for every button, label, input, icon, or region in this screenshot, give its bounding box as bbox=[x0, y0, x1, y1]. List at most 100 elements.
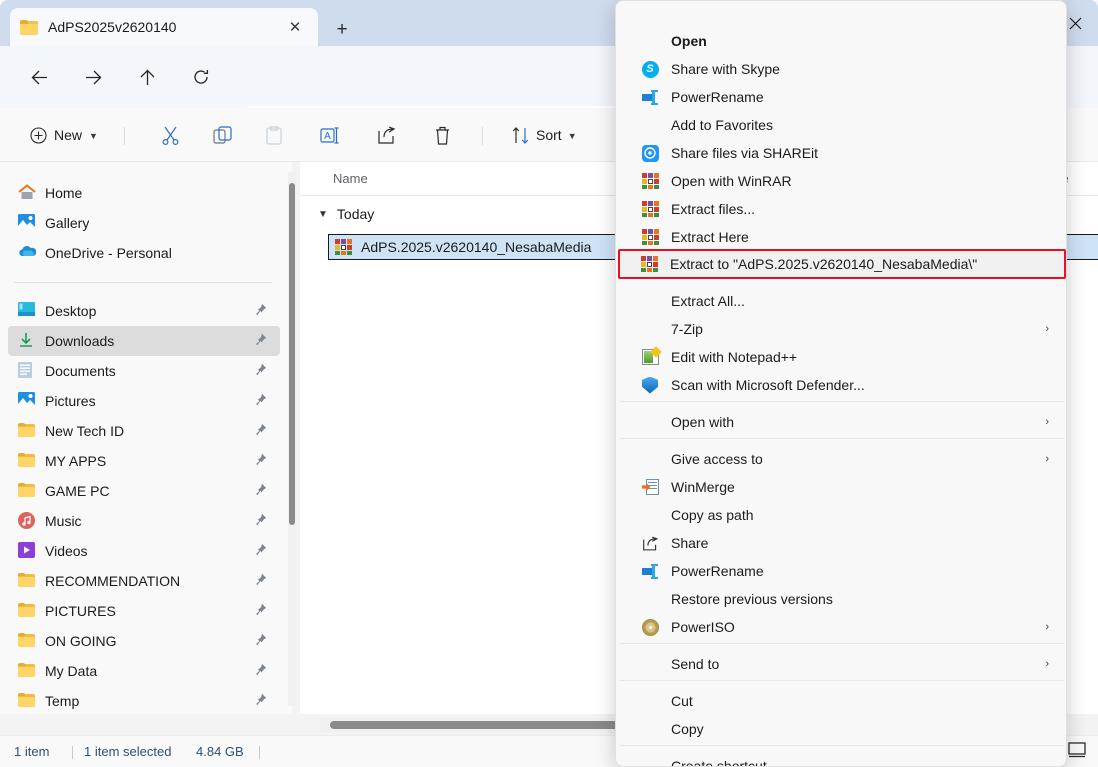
context-menu-item-powerrename[interactable]: PowerRename bbox=[619, 83, 1065, 111]
up-button[interactable] bbox=[130, 60, 164, 94]
sidebar-item-temp[interactable]: Temp bbox=[8, 686, 280, 714]
context-menu-item-copy-as-path[interactable]: Copy as path bbox=[619, 501, 1065, 529]
context-menu-item-extract-all[interactable]: Extract All... bbox=[619, 287, 1065, 315]
sort-button[interactable]: Sort ▼ bbox=[504, 120, 585, 150]
sidebar-item-my-data[interactable]: My Data bbox=[8, 656, 280, 686]
sidebar-scrollbar-thumb[interactable] bbox=[289, 183, 295, 525]
tab-close-icon[interactable]: ✕ bbox=[282, 14, 308, 40]
context-menu-item-open[interactable]: Open bbox=[619, 27, 1065, 55]
sidebar-item-my-apps[interactable]: MY APPS bbox=[8, 446, 280, 476]
context-menu-item-share-with-skype[interactable]: S Share with Skype bbox=[619, 55, 1065, 83]
context-menu-item-label: Scan with Microsoft Defender... bbox=[671, 377, 865, 393]
pin-icon bbox=[254, 603, 268, 617]
sidebar-item-downloads[interactable]: Downloads bbox=[8, 326, 280, 356]
context-menu-item-label: Give access to bbox=[671, 451, 763, 467]
documents-icon bbox=[18, 362, 36, 380]
context-menu-item-share[interactable]: Share bbox=[619, 529, 1065, 557]
new-button-label: New bbox=[54, 127, 83, 143]
rename-icon[interactable]: A bbox=[314, 119, 346, 151]
status-selection-size: 4.84 GB bbox=[196, 744, 244, 759]
share-icon bbox=[641, 534, 659, 552]
pin-icon bbox=[254, 423, 268, 437]
context-menu-item-open-with[interactable]: Open with › bbox=[619, 408, 1065, 436]
forward-button[interactable] bbox=[76, 60, 110, 94]
column-header-name[interactable]: Name bbox=[333, 171, 368, 186]
chevron-right-icon: › bbox=[1045, 323, 1049, 335]
sidebar-item-label: Home bbox=[45, 185, 83, 201]
context-menu-item-label: Copy bbox=[671, 721, 704, 737]
pin-icon bbox=[254, 663, 268, 677]
chevron-right-icon: › bbox=[1045, 416, 1049, 428]
sidebar-item-on-going[interactable]: ON GOING bbox=[8, 626, 280, 656]
context-menu-item-copy[interactable]: Copy bbox=[619, 715, 1065, 743]
chevron-down-icon: ▼ bbox=[89, 131, 98, 141]
context-menu-item-label: Copy as path bbox=[671, 507, 754, 523]
context-menu-item-extract-here[interactable]: Extract Here bbox=[619, 223, 1065, 251]
paste-icon[interactable] bbox=[258, 119, 290, 151]
context-menu-item-cut[interactable]: Cut bbox=[619, 687, 1065, 715]
sidebar-item-new-tech-id[interactable]: New Tech ID bbox=[8, 416, 280, 446]
sidebar-item-onedrive[interactable]: OneDrive - Personal bbox=[8, 238, 280, 268]
sidebar-item-game-pc[interactable]: GAME PC bbox=[8, 476, 280, 506]
sidebar-item-gallery[interactable]: Gallery bbox=[8, 208, 280, 238]
delete-icon[interactable] bbox=[426, 119, 458, 151]
sidebar-item-home[interactable]: Home bbox=[8, 178, 280, 208]
context-menu-item-scan-with-defender[interactable]: Scan with Microsoft Defender... bbox=[619, 371, 1065, 399]
context-menu-item-label: Share files via SHAREit bbox=[671, 145, 819, 161]
sidebar-item-videos[interactable]: Videos bbox=[8, 536, 280, 566]
pin-icon bbox=[254, 393, 268, 407]
sidebar-item-music[interactable]: Music bbox=[8, 506, 280, 536]
context-menu-item-label: WinMerge bbox=[671, 479, 735, 495]
context-menu-item-restore-previous-versions[interactable]: Restore previous versions bbox=[619, 585, 1065, 613]
new-tab-button[interactable]: + bbox=[328, 16, 356, 44]
cut-icon[interactable] bbox=[154, 119, 186, 151]
context-menu-item-powerrename-2[interactable]: PowerRename bbox=[619, 557, 1065, 585]
context-menu-item-label: Cut bbox=[671, 693, 693, 709]
gallery-icon bbox=[18, 214, 36, 232]
new-button[interactable]: New ▼ bbox=[22, 120, 106, 150]
context-menu-item-open-with-winrar[interactable]: Open with WinRAR bbox=[619, 167, 1065, 195]
context-menu-separator bbox=[620, 745, 1064, 746]
pin-icon bbox=[254, 453, 268, 467]
home-icon bbox=[18, 184, 36, 202]
folder-icon bbox=[18, 632, 36, 650]
sidebar-item-label: New Tech ID bbox=[45, 423, 125, 439]
sidebar-item-label: Desktop bbox=[45, 303, 97, 319]
context-menu-item-winmerge[interactable]: WinMerge bbox=[619, 473, 1065, 501]
context-menu-item-extract-files[interactable]: Extract files... bbox=[619, 195, 1065, 223]
context-menu-item-extract-to-folder[interactable]: Extract to "AdPS.2025.v2620140_NesabaMed… bbox=[618, 249, 1066, 279]
share-icon[interactable] bbox=[370, 119, 402, 151]
explorer-tab[interactable]: AdPS2025v2620140 ✕ bbox=[10, 8, 318, 46]
context-menu-item-7zip[interactable]: 7-Zip › bbox=[619, 315, 1065, 343]
context-menu-item-label: Open bbox=[671, 33, 707, 49]
sidebar-item-recommendation[interactable]: RECOMMENDATION bbox=[8, 566, 280, 596]
defender-icon bbox=[641, 376, 659, 394]
sidebar-item-pictures-folder[interactable]: PICTURES bbox=[8, 596, 280, 626]
context-menu-item-give-access-to[interactable]: Give access to › bbox=[619, 445, 1065, 473]
context-menu-item-label: Open with bbox=[671, 414, 735, 430]
sidebar-item-documents[interactable]: Documents bbox=[8, 356, 280, 386]
pin-icon bbox=[254, 633, 268, 647]
music-icon bbox=[18, 512, 36, 530]
sidebar-item-desktop[interactable]: Desktop bbox=[8, 296, 280, 326]
context-menu-item-edit-with-notepadpp[interactable]: Edit with Notepad++ bbox=[619, 343, 1065, 371]
group-header-today[interactable]: ▼ Today bbox=[318, 206, 374, 222]
context-menu-separator bbox=[620, 680, 1064, 681]
back-button[interactable] bbox=[22, 60, 56, 94]
sidebar-item-pictures[interactable]: Pictures bbox=[8, 386, 280, 416]
context-menu-item-create-shortcut[interactable]: Create shortcut bbox=[619, 752, 1065, 766]
folder-icon bbox=[18, 422, 36, 440]
context-menu-item-share-files-via-shareit[interactable]: Share files via SHAREit bbox=[619, 139, 1065, 167]
onedrive-icon bbox=[18, 244, 37, 262]
copy-icon[interactable] bbox=[206, 119, 238, 151]
refresh-button[interactable] bbox=[184, 60, 218, 94]
context-menu-item-label: PowerRename bbox=[671, 563, 764, 579]
details-view-icon[interactable] bbox=[1068, 742, 1086, 758]
folder-icon bbox=[18, 482, 36, 500]
chevron-down-icon[interactable]: ▼ bbox=[318, 209, 328, 220]
context-menu-item-send-to[interactable]: Send to › bbox=[619, 650, 1065, 678]
context-menu-item-add-to-favorites[interactable]: Add to Favorites bbox=[619, 111, 1065, 139]
shareit-icon bbox=[641, 144, 659, 162]
context-menu-item-poweriso[interactable]: PowerISO › bbox=[619, 613, 1065, 641]
chevron-right-icon: › bbox=[1045, 453, 1049, 465]
